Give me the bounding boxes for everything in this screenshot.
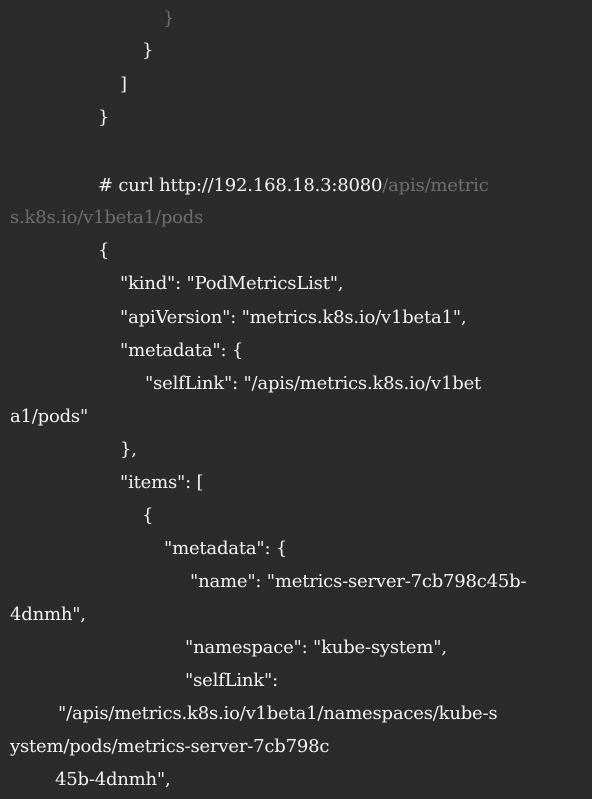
json-namespace-line: "namespace": "kube-system", xyxy=(185,637,447,658)
code-line: { xyxy=(98,240,110,261)
json-item-metadata-line: "metadata": { xyxy=(164,538,288,559)
json-name-line: "name": "metrics-server-7cb798c45b- xyxy=(190,571,527,592)
json-item-selflink-continuation: ystem/pods/metrics-server-7cb798c xyxy=(10,736,330,757)
json-name-continuation: 4dnmh", xyxy=(10,604,86,625)
code-line: } xyxy=(163,8,175,29)
code-line: { xyxy=(142,505,154,526)
json-kind-line: "kind": "PodMetricsList", xyxy=(120,273,344,294)
json-item-selflink-value: "/apis/metrics.k8s.io/v1beta1/namespaces… xyxy=(58,703,498,724)
curl-command-continuation: s.k8s.io/v1beta1/pods xyxy=(10,207,204,228)
json-apiversion-line: "apiVersion": "metrics.k8s.io/v1beta1", xyxy=(120,307,467,328)
json-item-selflink-end: 45b-4dnmh", xyxy=(55,769,171,790)
json-selflink-continuation: a1/pods" xyxy=(10,406,89,427)
json-item-selflink-line: "selfLink": xyxy=(185,670,278,691)
json-metadata-line: "metadata": { xyxy=(120,340,244,361)
code-line: } xyxy=(142,40,154,61)
terminal-output: } } ] } # curl http://192.168.18.3:8080/… xyxy=(0,0,592,799)
code-line: ] xyxy=(120,74,127,95)
code-line: } xyxy=(98,107,110,128)
code-line: }, xyxy=(120,439,137,460)
json-selflink-line: "selfLink": "/apis/metrics.k8s.io/v1bet xyxy=(145,373,482,394)
curl-command: # curl http://192.168.18.3:8080/apis/met… xyxy=(98,175,489,196)
json-items-line: "items": [ xyxy=(120,472,204,493)
